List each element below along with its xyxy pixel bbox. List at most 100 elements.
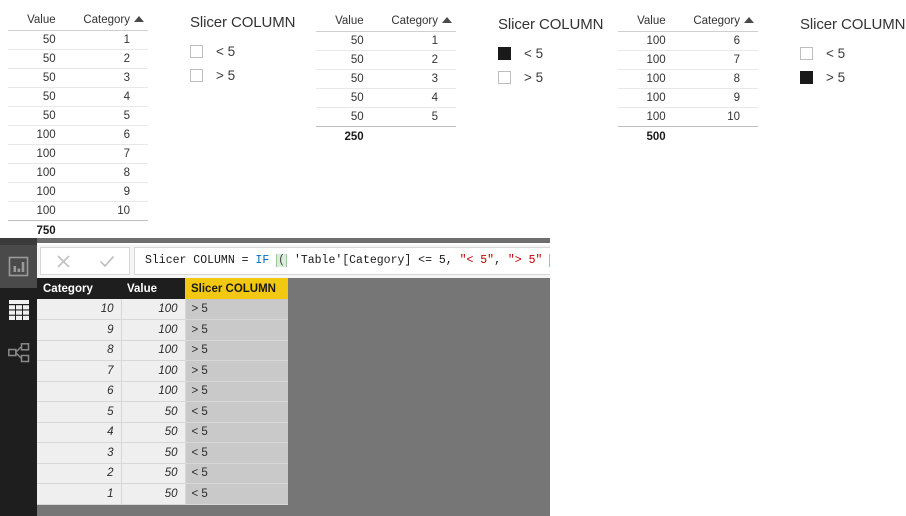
table-row[interactable]: 100 9 <box>8 182 148 202</box>
column-header-value[interactable]: Value <box>618 11 672 32</box>
checkbox-icon[interactable] <box>190 68 203 82</box>
table-row[interactable]: 4 50 < 5 <box>37 422 288 443</box>
table-row[interactable]: 9 100 > 5 <box>37 319 288 341</box>
table-row[interactable]: 50 1 <box>316 31 456 51</box>
table-row[interactable]: 2 50 < 5 <box>37 463 288 484</box>
grid-header-category[interactable]: Category <box>37 278 121 299</box>
checkbox-icon[interactable] <box>190 44 203 58</box>
slicer-item-lt5[interactable]: < 5 <box>190 40 300 62</box>
table-row[interactable]: 5 50 < 5 <box>37 401 288 423</box>
cell-category: 4 <box>369 88 456 108</box>
table-row[interactable]: 100 7 <box>8 144 148 164</box>
sort-ascending-icon <box>442 16 452 23</box>
cell-category: 7 <box>37 360 122 382</box>
cell-category: 5 <box>37 401 122 423</box>
total-value: 250 <box>344 131 364 143</box>
cell-slicer-column: > 5 <box>185 381 288 402</box>
table-row[interactable]: 100 10 <box>618 107 758 127</box>
table-row[interactable]: 10 100 > 5 <box>37 299 288 320</box>
slicer-item-lt5[interactable]: < 5 <box>498 42 608 64</box>
relationships-icon <box>7 342 29 362</box>
table-row[interactable]: 100 6 <box>618 31 758 51</box>
cell-value: 100 <box>618 31 672 51</box>
data-grid-body: 10 100 > 5 9 100 > 5 8 100 > 5 7 100 > 5 6 100 > 5… <box>37 299 288 505</box>
total-category <box>672 127 758 147</box>
slicer-item-gt5[interactable]: > 5 <box>190 64 300 86</box>
total-value: 500 <box>646 131 666 143</box>
cell-value: 50 <box>8 87 62 107</box>
slicer-item-gt5[interactable]: > 5 <box>800 66 906 88</box>
report-canvas: Value Category 50 1 50 2 50 3 50 4 50 5 100 6 … <box>0 0 906 238</box>
formula-middle: 'Table'[Category] <= 5, <box>287 254 460 267</box>
column-header-category[interactable]: Category <box>61 10 148 31</box>
table-row[interactable]: 50 5 <box>8 106 148 126</box>
grid-header-value[interactable]: Value <box>121 278 185 299</box>
pane-divider <box>0 238 550 243</box>
cell-category: 4 <box>61 87 148 107</box>
cell-value: 100 <box>121 360 186 382</box>
slicer-title: Slicer COLUMN <box>190 14 296 31</box>
cell-slicer-column: < 5 <box>185 401 288 423</box>
table-row[interactable]: 7 100 > 5 <box>37 360 288 382</box>
grid-header-slicer-column[interactable]: Slicer COLUMN <box>185 278 288 299</box>
checkbox-icon[interactable] <box>800 46 813 60</box>
column-header-category[interactable]: Category <box>671 11 758 32</box>
sidebar-item-data-view[interactable] <box>0 288 37 331</box>
table-row[interactable]: 50 2 <box>316 50 456 70</box>
cell-category: 4 <box>37 422 122 443</box>
sidebar-item-model-view[interactable] <box>0 331 37 374</box>
table-row[interactable]: 100 9 <box>618 88 758 108</box>
dax-formula-input[interactable]: Slicer COLUMN = IF ( 'Table'[Category] <… <box>134 247 550 275</box>
table-row[interactable]: 50 4 <box>8 87 148 107</box>
cancel-edit-button[interactable] <box>49 249 77 273</box>
data-grid-panel: Category Value Slicer COLUMN 10 100 > 5 91… <box>37 278 550 516</box>
table-header-row: Value Category <box>8 10 148 31</box>
checkbox-checked-icon[interactable] <box>800 70 813 84</box>
column-header-category[interactable]: Category <box>369 11 456 32</box>
sidebar-item-report-view[interactable] <box>0 245 37 288</box>
table-row[interactable]: 50 3 <box>316 69 456 89</box>
checkbox-checked-icon[interactable] <box>498 46 511 60</box>
table-row[interactable]: 100 10 <box>8 201 148 221</box>
table-row[interactable]: 50 2 <box>8 49 148 69</box>
cell-slicer-column: < 5 <box>185 463 288 484</box>
cell-value: 100 <box>8 201 62 221</box>
table-row[interactable]: 50 4 <box>316 88 456 108</box>
data-grid[interactable]: Category Value Slicer COLUMN 10 100 > 5 91… <box>37 278 288 505</box>
table-row[interactable]: 1 50 < 5 <box>37 483 288 505</box>
checkbox-icon[interactable] <box>498 70 511 84</box>
table-row[interactable]: 100 6 <box>8 125 148 145</box>
table-visual-3[interactable]: Value Category 100 6 100 7 100 8 100 9 100 10… <box>618 11 758 146</box>
slicer-item-gt5[interactable]: > 5 <box>498 66 608 88</box>
slicer-visual-1: Slicer COLUMN < 5 > 5 <box>190 14 300 88</box>
cell-value: 50 <box>8 68 62 88</box>
table-row[interactable]: 100 7 <box>618 50 758 70</box>
table-row[interactable]: 100 8 <box>618 69 758 89</box>
table-visual-2[interactable]: Value Category 50 1 50 2 50 3 50 4 50 5 250 <box>316 11 456 146</box>
column-header-category-label: Category <box>391 14 438 27</box>
cell-value: 100 <box>8 182 62 202</box>
table-header-row: Value Category <box>618 11 758 32</box>
table-row[interactable]: 6 100 > 5 <box>37 381 288 402</box>
cell-value: 100 <box>121 381 186 402</box>
cell-category: 3 <box>369 69 456 89</box>
table-row[interactable]: 50 5 <box>316 107 456 127</box>
table-row[interactable]: 3 50 < 5 <box>37 442 288 464</box>
accept-edit-button[interactable] <box>93 249 121 273</box>
cell-value: 100 <box>8 125 62 145</box>
slicer-item-lt5[interactable]: < 5 <box>800 42 906 64</box>
table-row[interactable]: 50 1 <box>8 30 148 50</box>
table-row[interactable]: 8 100 > 5 <box>37 340 288 361</box>
cell-value: 100 <box>121 340 186 361</box>
column-header-value[interactable]: Value <box>316 11 370 32</box>
column-header-category-label: Category <box>83 13 130 26</box>
cell-slicer-column: < 5 <box>185 422 288 443</box>
formula-close-paren: ) <box>549 254 550 267</box>
column-header-value[interactable]: Value <box>8 10 62 31</box>
table-row[interactable]: 100 8 <box>8 163 148 183</box>
table-row[interactable]: 50 3 <box>8 68 148 88</box>
cell-slicer-column: > 5 <box>185 360 288 382</box>
table-visual-1[interactable]: Value Category 50 1 50 2 50 3 50 4 50 5 100 6 … <box>8 10 148 240</box>
cell-category: 8 <box>37 340 122 361</box>
cell-category: 1 <box>61 30 148 50</box>
